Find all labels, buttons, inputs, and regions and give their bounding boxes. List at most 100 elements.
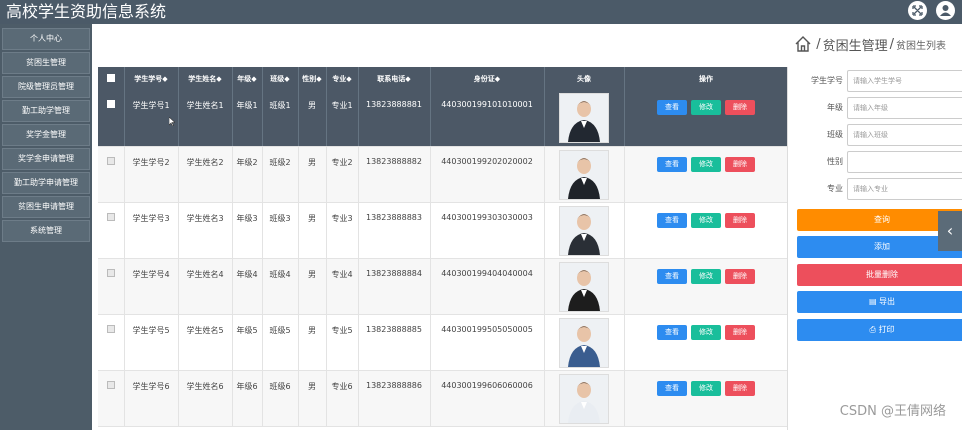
view-button[interactable]: 查看 (657, 212, 687, 228)
delete-button[interactable]: 删除 (725, 268, 755, 284)
search-row-grade: 年级 (797, 97, 962, 119)
view-button[interactable]: 查看 (657, 324, 687, 340)
delete-button[interactable]: 删除 (725, 324, 755, 340)
cell-id-card: 440300199404040004 (430, 258, 545, 315)
cell-grade: 年级1 (232, 90, 263, 147)
view-button[interactable]: 查看 (657, 156, 687, 172)
collapse-panel-tab[interactable]: ‹ (938, 211, 962, 251)
table-row[interactable]: 学生学号6 学生姓名6 年级6 班级6 男专业6 13823888886 440300199… (98, 370, 787, 427)
table-row[interactable]: 学生学号2 学生姓名2 年级2 班级2 男专业2 13823888882 440300199… (98, 146, 787, 203)
cell-avatar (544, 90, 625, 147)
search-row-student-id: 学生学号 (797, 70, 962, 92)
row-checkbox[interactable] (98, 146, 125, 203)
cell-major: 专业4 (326, 258, 359, 315)
expand-icon[interactable] (908, 1, 927, 20)
view-button[interactable]: 查看 (657, 100, 687, 115)
cell-major: 专业2 (326, 146, 359, 203)
cell-grade: 年级2 (232, 146, 263, 203)
sidebar-item-work-study-applications[interactable]: 勤工助学申请管理 (2, 172, 90, 194)
column-header-avatar: 头像 (544, 67, 625, 90)
cell-class: 班级6 (262, 370, 299, 427)
cell-actions: 查看 修改 删除 (624, 258, 787, 315)
grade-label: 年级 (827, 103, 843, 112)
search-row-major: 专业 (797, 178, 962, 200)
user-icon[interactable] (936, 1, 955, 20)
edit-button[interactable]: 修改 (691, 156, 721, 172)
edit-button[interactable]: 修改 (691, 268, 721, 284)
column-header-student-name[interactable]: 学生姓名◆ (178, 67, 233, 90)
delete-button[interactable]: 删除 (725, 156, 755, 172)
gender-select[interactable]: ⌄ (847, 151, 962, 173)
row-checkbox[interactable] (98, 90, 125, 147)
cell-phone: 13823888882 (358, 146, 431, 203)
column-header-gender[interactable]: 性别◆ (298, 67, 327, 90)
cell-avatar (544, 202, 625, 259)
grade-input[interactable] (847, 97, 962, 119)
cell-student-id: 学生学号3 (124, 202, 179, 259)
column-header-id-card[interactable]: 身份证◆ (430, 67, 545, 90)
table-row[interactable]: 学生学号5 学生姓名5 年级5 班级5 男专业5 13823888885 440300199… (98, 314, 787, 371)
bulk-delete-button[interactable]: 批量删除 (797, 264, 962, 286)
sidebar-item-scholarship[interactable]: 奖学金管理 (2, 124, 90, 146)
sidebar-item-work-study[interactable]: 勤工助学管理 (2, 100, 90, 122)
select-all-checkbox[interactable] (98, 67, 125, 90)
table-row[interactable]: 学生学号4 学生姓名4 年级4 班级4 男专业4 13823888884 440300199… (98, 258, 787, 315)
major-input[interactable] (847, 178, 962, 200)
cell-student-name: 学生姓名5 (178, 314, 233, 371)
print-button[interactable]: ⎙ 打印 (797, 319, 962, 341)
column-header-student-id[interactable]: 学生学号◆ (124, 67, 179, 90)
cell-phone: 13823888881 (358, 90, 431, 147)
column-header-class[interactable]: 班级◆ (262, 67, 299, 90)
table-row[interactable]: 学生学号1 学生姓名1 年级1 班级1 男专业1 13823888881 440300199… (98, 90, 787, 147)
avatar (559, 149, 609, 200)
sidebar-item-poor-student-applications[interactable]: 贫困生申请管理 (2, 196, 90, 218)
sidebar-item-system[interactable]: 系统管理 (2, 220, 90, 242)
table-row[interactable]: 学生学号3 学生姓名3 年级3 班级3 男专业3 13823888883 440300199… (98, 202, 787, 259)
cell-avatar (544, 370, 625, 427)
delete-button[interactable]: 删除 (725, 380, 755, 396)
cell-id-card: 440300199202020002 (430, 146, 545, 203)
edit-button[interactable]: 修改 (691, 212, 721, 228)
column-header-major[interactable]: 专业◆ (326, 67, 359, 90)
cell-phone: 13823888883 (358, 202, 431, 259)
cell-actions: 查看 修改 删除 (624, 146, 787, 203)
sidebar-item-poor-students[interactable]: 贫困生管理 (2, 52, 90, 74)
class-label: 班级 (827, 130, 843, 139)
breadcrumb-page: 贫困生列表 (896, 40, 946, 52)
gender-label: 性别 (827, 157, 843, 166)
row-checkbox[interactable] (98, 370, 125, 427)
top-bar: 高校学生资助信息系统 (0, 0, 962, 24)
column-header-actions: 操作 (624, 67, 787, 90)
view-button[interactable]: 查看 (657, 268, 687, 284)
column-header-phone[interactable]: 联系电话◆ (358, 67, 431, 90)
breadcrumb-section[interactable]: 贫困生管理 (823, 35, 888, 54)
export-button[interactable]: ▤ 导出 (797, 291, 962, 313)
search-row-class: 班级 (797, 124, 962, 146)
sidebar-item-personal-center[interactable]: 个人中心 (2, 28, 90, 50)
class-input[interactable] (847, 124, 962, 146)
edit-button[interactable]: 修改 (691, 324, 721, 340)
column-header-grade[interactable]: 年级◆ (232, 67, 263, 90)
cell-major: 专业5 (326, 314, 359, 371)
row-checkbox[interactable] (98, 258, 125, 315)
avatar (559, 317, 609, 368)
cell-avatar (544, 314, 625, 371)
row-checkbox[interactable] (98, 314, 125, 371)
student-id-input[interactable] (847, 70, 962, 92)
cell-phone: 13823888886 (358, 370, 431, 427)
avatar (559, 373, 609, 424)
view-button[interactable]: 查看 (657, 380, 687, 396)
home-icon[interactable] (794, 35, 812, 53)
cell-id-card: 440300199505050005 (430, 314, 545, 371)
breadcrumb-separator: / (889, 36, 894, 52)
sidebar-item-college-admins[interactable]: 院级管理员管理 (2, 76, 90, 98)
cell-actions: 查看 修改 删除 (624, 370, 787, 427)
edit-button[interactable]: 修改 (691, 100, 721, 115)
cell-major: 专业6 (326, 370, 359, 427)
row-checkbox[interactable] (98, 202, 125, 259)
delete-button[interactable]: 删除 (725, 212, 755, 228)
sidebar-item-scholarship-applications[interactable]: 奖学金申请管理 (2, 148, 90, 170)
edit-button[interactable]: 修改 (691, 380, 721, 396)
delete-button[interactable]: 删除 (725, 100, 755, 115)
cell-class: 班级4 (262, 258, 299, 315)
